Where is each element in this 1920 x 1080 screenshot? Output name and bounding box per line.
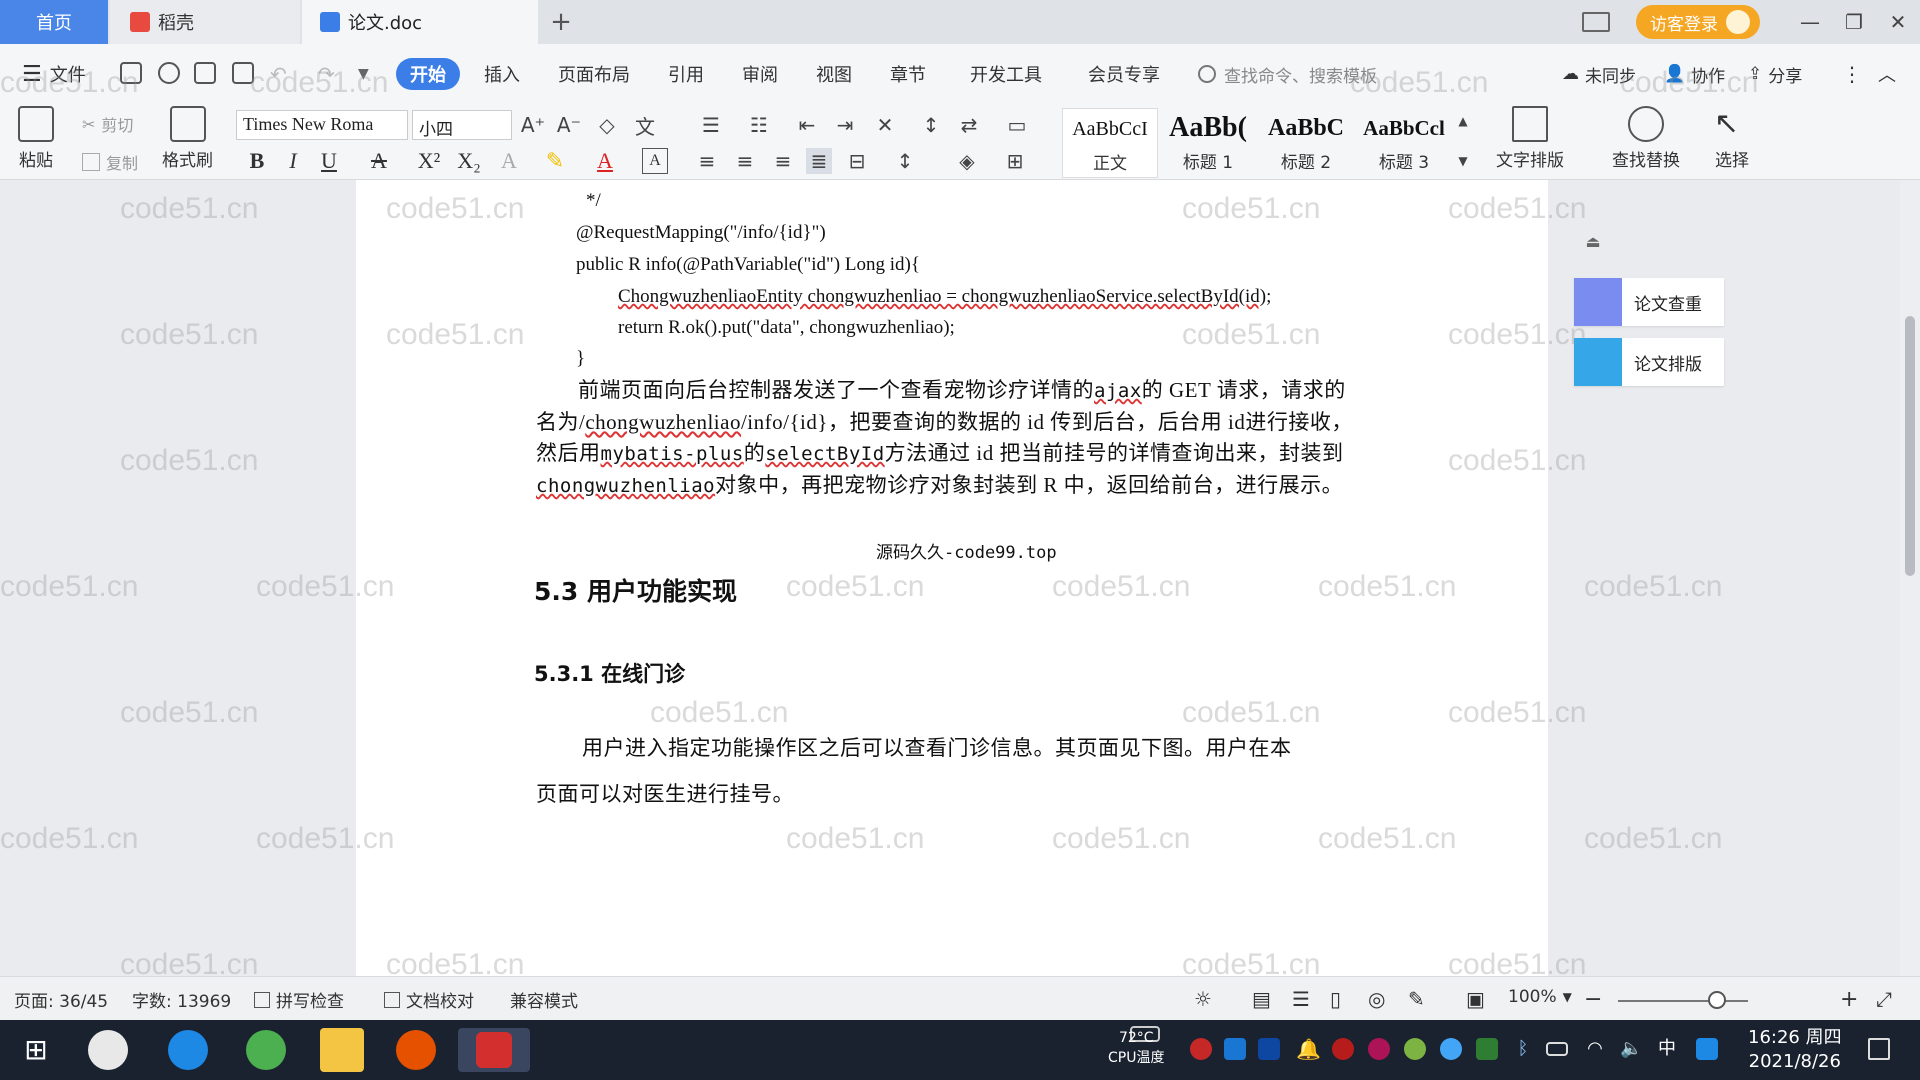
para-text: 方法通过 id 把当前挂号的详情 <box>884 441 1172 465</box>
zoom-in-button[interactable]: + <box>1840 987 1858 1012</box>
tray-search-icon[interactable] <box>1696 1038 1718 1060</box>
tray-app-icon[interactable] <box>1190 1038 1212 1060</box>
para-text: 回给前台，进行展示。 <box>1128 473 1344 497</box>
document-content: */ @RequestMapping("/info/{id}") public … <box>0 0 1920 1080</box>
spell-check-icon <box>254 991 270 1008</box>
battery-icon[interactable] <box>1546 1042 1568 1056</box>
word-count[interactable]: 字数: 13969 <box>132 987 231 1012</box>
fit-page-icon[interactable]: ▣ <box>1466 987 1485 1011</box>
app-orange-icon[interactable] <box>396 1030 436 1070</box>
compat-mode-label: 兼容模式 <box>510 992 578 1012</box>
subsection-heading: 5.3.1 在线门诊 <box>534 662 686 686</box>
fullscreen-icon[interactable]: ⤢ <box>1876 987 1892 1011</box>
vertical-scrollbar[interactable] <box>1900 180 1920 976</box>
para-text: 前端页面向后台控制器发送了一个查看宠物诊疗详情的 <box>578 378 1094 402</box>
paper-check-label: 论文查重 <box>1634 294 1702 315</box>
edit-mode-icon[interactable]: ✎ <box>1408 987 1425 1011</box>
source-caption: 源码久久-code99.top <box>876 543 1057 563</box>
para-text: 的 GET 请求，请 <box>1141 378 1303 402</box>
spell-check-label: 拼写检查 <box>276 992 344 1012</box>
paper-layout-button[interactable]: 论文排版 <box>1574 338 1724 386</box>
shield-icon[interactable] <box>1258 1038 1280 1060</box>
para-code: chongwuzhenliao <box>585 410 741 434</box>
para-code: selectById <box>765 443 885 465</box>
chevron-down-icon: ▼ <box>1562 990 1572 1004</box>
system-clock[interactable]: 16:26 周四 2021/8/26 <box>1748 1026 1842 1074</box>
proofread-label: 文档校对 <box>406 992 474 1012</box>
wps-icon <box>476 1032 512 1068</box>
paragraph-online-clinic: 用户进入指定功能操作区之后可以查看门诊信息。其页面见下图。用户在本 <box>582 736 1292 760</box>
nvidia-icon[interactable] <box>1476 1038 1498 1060</box>
tray-app-icon[interactable] <box>1440 1038 1462 1060</box>
para-code: ajax <box>1094 380 1142 402</box>
code-line: */ <box>586 190 601 211</box>
code-line: } <box>576 348 586 369</box>
zoom-value: 100% <box>1508 987 1557 1007</box>
tray-app-icon[interactable] <box>1332 1038 1354 1060</box>
side-panel-collapse-icon[interactable]: ⏏ <box>1580 232 1606 258</box>
para-text: 的 <box>743 441 766 465</box>
page-counter-label: 页面: 36/45 <box>14 992 109 1012</box>
zoom-slider-handle[interactable] <box>1708 991 1726 1009</box>
wps-writer-taskbar[interactable] <box>458 1028 530 1072</box>
zoom-slider[interactable] <box>1618 1000 1748 1002</box>
spell-check-button[interactable]: 拼写检查 <box>254 987 344 1012</box>
app-pinwheel-icon[interactable] <box>88 1030 128 1070</box>
paper-check-button[interactable]: 论文查重 <box>1574 278 1724 326</box>
code-line: public R info(@PathVariable("id") Long i… <box>576 254 920 275</box>
para-text: 对象中，再把宠物诊疗对象封装到 R 中，返 <box>715 473 1129 497</box>
paper-layout-label: 论文排版 <box>1634 354 1702 375</box>
paragraph-ajax-explanation: 前端页面向后台控制器发送了一个查看宠物诊疗详情的ajax的 GET 请求，请求的… <box>536 375 1366 502</box>
cpu-temp-label: CPU温度 <box>1108 1050 1165 1066</box>
status-bar: 页面: 36/45 字数: 13969 拼写检查 文档校对 兼容模式 ☼ ▤ ☰… <box>0 976 1920 1020</box>
zoom-out-button[interactable]: − <box>1584 987 1602 1012</box>
clock-time: 16:26 周四 <box>1748 1027 1842 1048</box>
page-view-icon[interactable]: ▤ <box>1252 987 1271 1011</box>
tray-app-icon[interactable] <box>1404 1038 1426 1060</box>
tray-app-icon[interactable] <box>1368 1038 1390 1060</box>
code-line: ChongwuzhenliaoEntity chongwuzhenliao = … <box>618 286 1272 307</box>
proofread-button[interactable]: 文档校对 <box>384 987 474 1012</box>
windows-start-icon[interactable]: ⊞ <box>14 1028 58 1072</box>
windows-taskbar: ⊞ 72°C CPU温度 🔔 ᛒ ◠ 🔈 中 16:26 周四 2021/8/26 <box>0 1020 1920 1080</box>
para-text: /info/{id}，把要查询的数据的 id 传到后台，后台用 id <box>740 410 1246 434</box>
paper-layout-icon <box>1574 338 1622 386</box>
file-explorer-icon[interactable] <box>320 1028 364 1072</box>
para-code: chongwuzhenliao <box>536 475 716 497</box>
browser-360-icon[interactable] <box>246 1030 286 1070</box>
compat-mode: 兼容模式 <box>510 987 578 1012</box>
cpu-temp-value: 72°C <box>1118 1030 1154 1046</box>
para-text: 查询出来，封装到 <box>1171 441 1344 465</box>
ime-label: 中 <box>1658 1038 1676 1059</box>
word-count-label: 字数: 13969 <box>132 992 232 1012</box>
volume-icon[interactable]: 🔈 <box>1620 1038 1642 1060</box>
section-heading: 5.3 用户功能实现 <box>534 577 737 606</box>
ie-browser-icon[interactable] <box>168 1030 208 1070</box>
ime-indicator[interactable]: 中 <box>1656 1038 1678 1060</box>
clock-date: 2021/8/26 <box>1748 1051 1841 1072</box>
outline-view-icon[interactable]: ☰ <box>1292 987 1310 1011</box>
scrollbar-thumb[interactable] <box>1905 316 1915 576</box>
paper-check-icon <box>1574 278 1622 326</box>
zoom-select[interactable]: 100% ▼ <box>1508 987 1572 1007</box>
bluetooth-icon[interactable]: ᛒ <box>1512 1038 1534 1060</box>
eye-protection-icon[interactable]: ☼ <box>1194 987 1212 1011</box>
tray-app-icon[interactable] <box>1224 1038 1246 1060</box>
wifi-icon[interactable]: ◠ <box>1584 1038 1606 1060</box>
code-line: return R.ok().put("data", chongwuzhenlia… <box>618 317 955 338</box>
action-center-icon[interactable] <box>1868 1038 1890 1060</box>
page-counter[interactable]: 页面: 36/45 <box>14 987 108 1012</box>
para-code: mybatis-plus <box>600 443 744 465</box>
cpu-temperature[interactable]: 72°C CPU温度 <box>1108 1028 1164 1068</box>
read-mode-icon[interactable]: ▯ <box>1330 987 1341 1011</box>
code-line: @RequestMapping("/info/{id}") <box>576 222 826 243</box>
proofread-icon <box>384 991 400 1008</box>
paragraph-online-clinic-cont: 页面可以对医生进行挂号。 <box>536 782 794 806</box>
web-view-icon[interactable]: ◎ <box>1368 987 1385 1011</box>
notification-bell-icon[interactable]: 🔔 <box>1296 1038 1321 1060</box>
